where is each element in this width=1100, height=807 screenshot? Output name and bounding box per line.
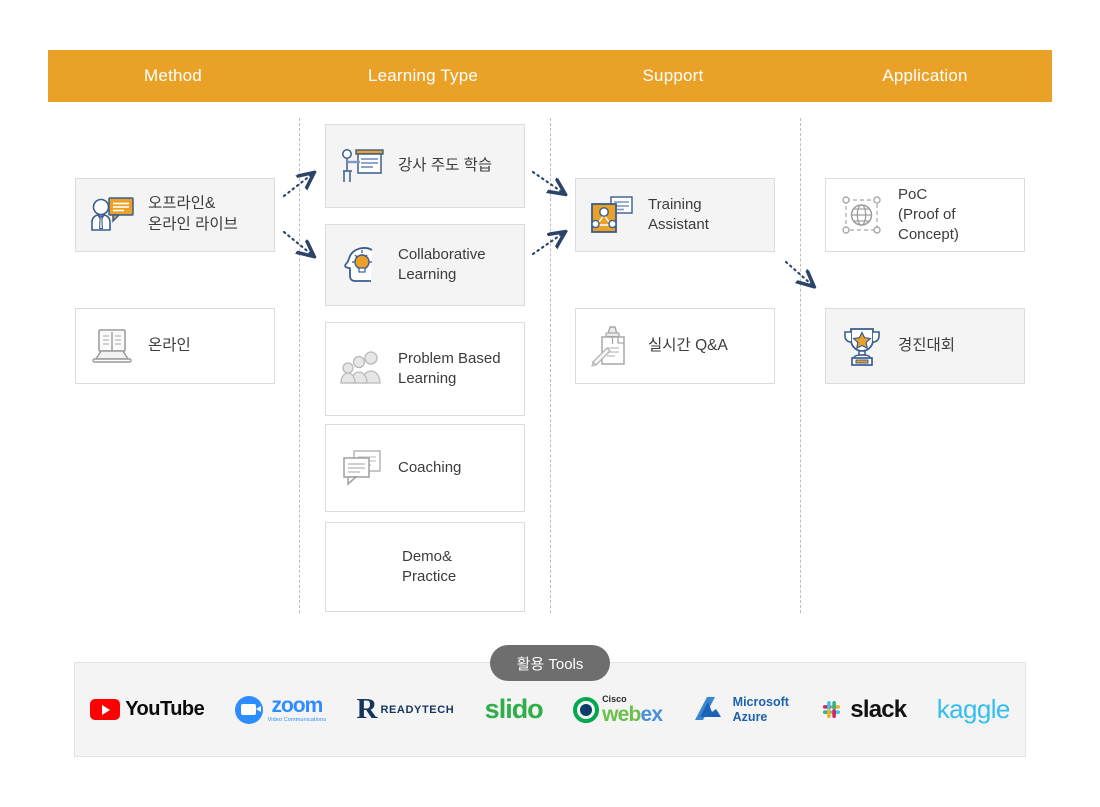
- card-label: 온라인: [148, 336, 191, 354]
- arrow-training-assistant-to-competition: [784, 260, 811, 284]
- column-header-method: Method: [144, 66, 202, 85]
- card-label: Training Assistant: [648, 195, 709, 233]
- card-online[interactable]: 온라인: [75, 308, 275, 384]
- microsoft-azure-logo[interactable]: Microsoft Azure: [693, 687, 789, 733]
- column-header-application: Application: [882, 66, 968, 85]
- column-header-learning-type: Learning Type: [367, 66, 479, 85]
- card-competition[interactable]: 경진대회: [825, 308, 1025, 384]
- webex-wordmark: webex: [602, 702, 663, 726]
- card-label: Coaching: [398, 458, 462, 476]
- card-label: 실시간 Q&A: [648, 336, 728, 354]
- card-poc[interactable]: PoC (Proof of Concept): [825, 178, 1025, 252]
- laptop-book-icon: [76, 309, 148, 383]
- slack-logo[interactable]: slack: [819, 687, 907, 733]
- youtube-play-icon: [90, 699, 121, 720]
- column-header-support: Support: [642, 66, 704, 85]
- readytech-logo[interactable]: R READYTECH: [356, 687, 454, 733]
- arrow-collaborative-to-training-assistant: [531, 234, 562, 256]
- card-collaborative-learning[interactable]: Collaborative Learning: [325, 224, 525, 306]
- azure-wordmark: Azure: [732, 709, 768, 724]
- card-training-assistant[interactable]: Training Assistant: [575, 178, 775, 252]
- card-label: Problem Based Learning: [398, 349, 501, 387]
- speech-documents-icon: [326, 425, 398, 511]
- azure-triangle-icon: [694, 696, 721, 720]
- zoom-wordmark: zoom: [271, 694, 323, 718]
- column-divider-1: [299, 118, 300, 613]
- zoom-tagline: Video Communications: [267, 717, 327, 724]
- head-lightbulb-icon: [326, 225, 398, 305]
- slido-logo[interactable]: slido: [484, 687, 544, 733]
- tools-pill-badge: 활용 Tools: [490, 645, 610, 681]
- arrow-instructor-led-to-training-assistant: [531, 170, 562, 192]
- diagram-canvas: Method Learning Type Support Application…: [0, 0, 1100, 807]
- column-divider-2: [550, 118, 551, 613]
- column-header-band: Method Learning Type Support Application: [48, 50, 1052, 102]
- webex-logo[interactable]: Cisco webex: [573, 687, 663, 733]
- readytech-mark-icon: R: [356, 693, 378, 725]
- arrow-offline-live-to-instructor-led: [282, 175, 311, 198]
- card-label: 오프라인& 온라인 라이브: [148, 195, 238, 233]
- kaggle-wordmark: kaggle: [936, 694, 1011, 724]
- card-realtime-qna[interactable]: 실시간 Q&A: [575, 308, 775, 384]
- readytech-wordmark: READYTECH: [380, 703, 455, 716]
- card-demo-practice[interactable]: Demo& Practice: [325, 522, 525, 612]
- trophy-star-icon: [826, 309, 898, 383]
- slido-wordmark: slido: [484, 694, 544, 724]
- arrow-offline-live-to-collaborative: [282, 230, 311, 254]
- card-label: PoC (Proof of Concept): [898, 185, 959, 244]
- globe-selection-icon: [826, 179, 898, 251]
- card-label: 강사 주도 학습: [398, 156, 493, 174]
- group-people-icon: [326, 323, 398, 415]
- youtube-wordmark: YouTube: [125, 698, 205, 720]
- card-instructor-led-learning[interactable]: 강사 주도 학습: [325, 124, 525, 208]
- card-problem-based-learning[interactable]: Problem Based Learning: [325, 322, 525, 416]
- card-coaching[interactable]: Coaching: [325, 424, 525, 512]
- slack-hash-icon: [823, 700, 841, 719]
- column-divider-3: [800, 118, 801, 613]
- kaggle-logo[interactable]: kaggle: [936, 687, 1011, 733]
- card-offline-online-live[interactable]: 오프라인& 온라인 라이브: [75, 178, 275, 252]
- microsoft-wordmark: Microsoft: [732, 695, 789, 710]
- slack-wordmark: slack: [850, 695, 907, 723]
- pinned-note-pencil-icon: [576, 309, 648, 383]
- assistant-network-document-icon: [576, 179, 648, 251]
- card-label: Collaborative Learning: [398, 245, 486, 283]
- card-label: 경진대회: [898, 336, 956, 354]
- zoom-logo[interactable]: zoom Video Communications: [234, 687, 327, 733]
- zoom-camera-icon: [234, 695, 263, 724]
- person-speech-bubble-icon: [76, 179, 148, 251]
- webex-ring-icon: [573, 696, 600, 723]
- instructor-whiteboard-icon: [326, 125, 398, 207]
- card-label: Demo& Practice: [402, 547, 457, 585]
- youtube-logo[interactable]: YouTube: [90, 687, 205, 733]
